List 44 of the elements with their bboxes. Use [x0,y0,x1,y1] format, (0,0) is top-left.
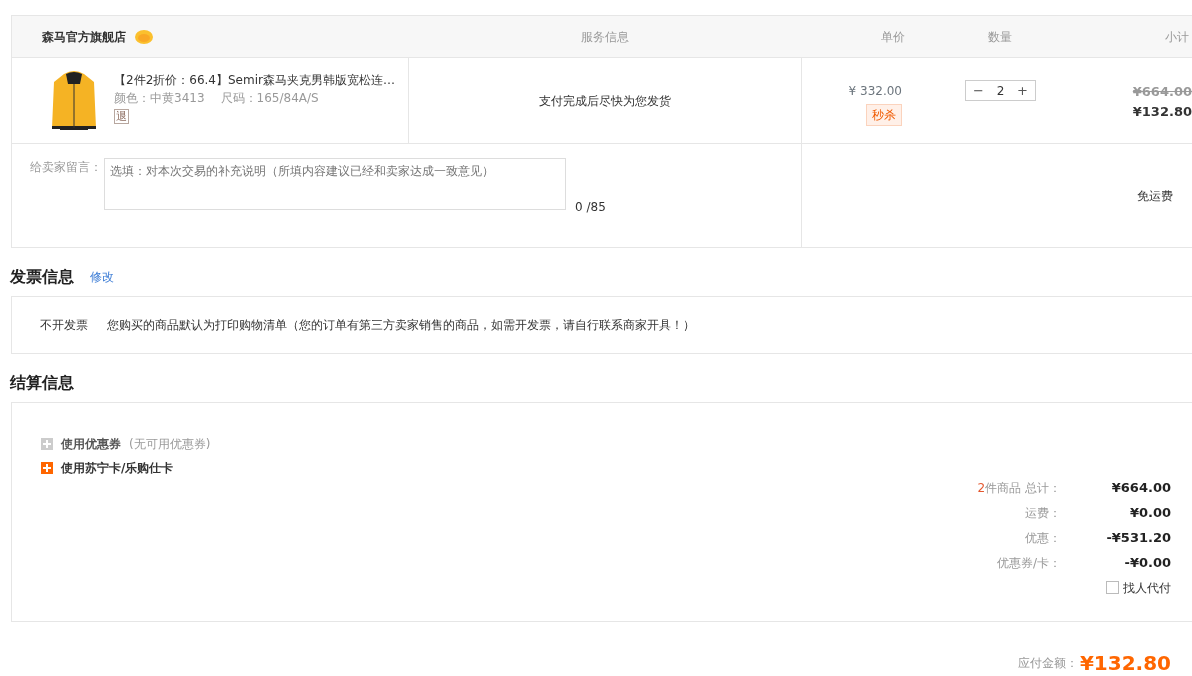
summary-label: 件商品 总计： [985,479,1061,497]
message-field[interactable]: 选填：对本次交易的补充说明（所填内容建议已经和卖家达成一致意见） [104,158,566,210]
option-label: 使用优惠券 [61,436,121,453]
item-count: 2 [977,479,986,497]
product-size: 尺码：165/84A/S [220,89,319,107]
summary-label: 优惠： [1025,529,1061,547]
subtotal: ¥132.80 [1132,102,1192,121]
return-tag: 退 [114,108,129,124]
unit-price: ¥ 332.00 [848,83,902,100]
edit-link[interactable]: 修改 [90,267,114,286]
promo-tag: 秒杀 [866,104,902,126]
summary-value: ¥0.00 [1128,503,1171,522]
total-amount: ¥132.80 [1079,650,1171,676]
option-note: (无可用优惠券) [129,436,211,453]
checkbox[interactable] [1106,581,1119,594]
section-title: 发票信息 [10,265,74,288]
quantity-stepper[interactable]: − 2 + [965,80,1036,101]
original-subtotal: ¥664.00 [1132,83,1192,101]
product-title: 【2件2折价：66.4】Semir森马夹克男韩版宽松连… [114,71,395,89]
plus-button[interactable]: + [1010,84,1035,97]
column-header: 服务信息 [579,28,630,46]
char-counter: 0 /85 [575,199,606,216]
section-title: 结算信息 [10,371,74,394]
column-header: 小计 [1164,28,1189,46]
summary-value: ¥664.00 [1110,478,1171,497]
checkbox-label: 找人代付 [1123,579,1171,597]
summary-value: -¥0.00 [1123,553,1171,572]
quantity-value: 2 [996,82,1005,100]
product-color: 颜色：中黄3413 [114,89,205,107]
minus-button[interactable]: − [966,84,991,97]
shipping-text: 免运费 [1137,187,1173,205]
jacket-photo [50,69,98,132]
total-label: 应付金额： [1017,655,1078,672]
summary-value: -¥531.20 [1105,528,1171,547]
column-header: 单价 [880,28,905,46]
summary-label: 优惠券/卡： [996,554,1061,572]
summary-label: 运费： [1025,504,1061,522]
store-name: 森马官方旗舰店 [42,28,126,46]
service-text: 支付完成后尽快为您发货 [539,92,671,110]
message-label: 给卖家留言： [30,159,102,176]
invoice-note: 您购买的商品默认为打印购物清单（您的订单有第三方卖家销售的商品，如需开发票，请自行联系商家开具！） [107,317,695,334]
invoice-type: 不开发票 [40,317,88,334]
column-header: 数量 [987,28,1013,46]
option-label: 使用苏宁卡/乐购仕卡 [61,460,174,477]
